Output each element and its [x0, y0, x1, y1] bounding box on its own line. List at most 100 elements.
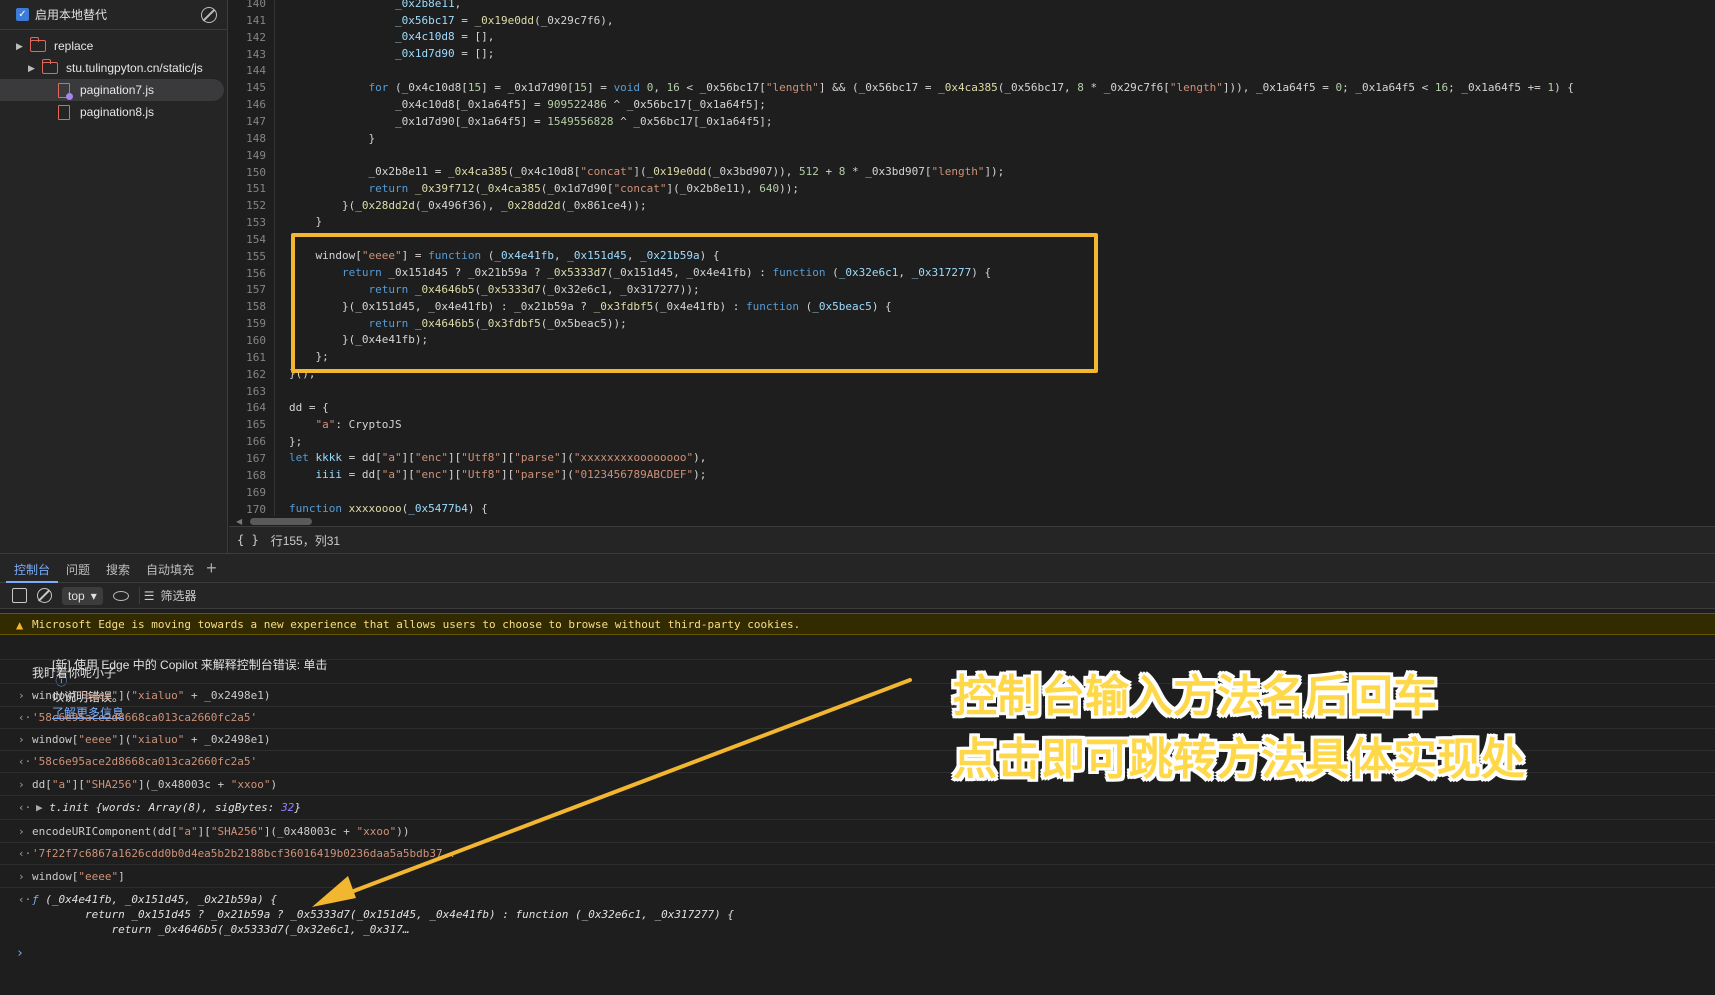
line-number[interactable]: 145: [246, 79, 266, 96]
result-chevron-icon: ‹·: [18, 801, 32, 814]
line-number[interactable]: 143: [246, 46, 266, 63]
tree-label: stu.tulingpyton.cn/static/js: [66, 61, 203, 75]
line-number[interactable]: 153: [246, 214, 266, 231]
warning-text: Microsoft Edge is moving towards a new e…: [32, 618, 801, 631]
tree-label: replace: [54, 39, 94, 53]
warning-message: ▲ Microsoft Edge is moving towards a new…: [0, 613, 1715, 635]
eye-icon[interactable]: [112, 590, 129, 601]
tree-folder-replace[interactable]: ▶ replace: [0, 35, 228, 57]
console-input[interactable]: › window["eeee"]: [0, 866, 1715, 888]
result-string[interactable]: '58c6e95ace2d8668ca013ca2660fc2a5': [32, 754, 257, 770]
line-number[interactable]: 150: [246, 164, 266, 181]
expand-triangle-icon[interactable]: ▶: [36, 801, 49, 814]
function-signature[interactable]: (_0x4e41fb, _0x151d45, _0x21b59a) {: [39, 893, 277, 906]
line-number[interactable]: 166: [246, 433, 266, 450]
line-number[interactable]: 164: [246, 399, 266, 416]
toggle-sidebar-icon[interactable]: [12, 588, 27, 603]
function-icon: ƒ: [32, 893, 39, 906]
line-number[interactable]: 141: [246, 12, 266, 29]
result-string[interactable]: '58c6e95ace2d8668ca013ca2660fc2a5': [32, 710, 257, 726]
tree-file-pagination7[interactable]: pagination7.js: [0, 79, 224, 101]
tree-label: pagination8.js: [80, 105, 155, 119]
clear-console-icon[interactable]: [37, 588, 52, 603]
line-number[interactable]: 149: [246, 147, 266, 164]
clear-overrides-icon[interactable]: [201, 7, 217, 23]
result-chevron-icon: ‹·: [18, 847, 32, 860]
tab-autofill[interactable]: 自动填充: [138, 554, 202, 583]
console-result[interactable]: ‹· '7f22f7c6867a1626cdd0b0d4ea5b2b2188bc…: [0, 844, 1715, 865]
object-name[interactable]: t.init: [49, 801, 89, 814]
pretty-print-icon[interactable]: { }: [237, 533, 259, 547]
enable-local-overrides-label: 启用本地替代: [35, 8, 108, 22]
console-output[interactable]: ▲ Microsoft Edge is moving towards a new…: [0, 609, 1715, 995]
line-number[interactable]: 162: [246, 366, 266, 383]
filter-icon: ☰: [143, 588, 155, 603]
line-number[interactable]: 159: [246, 315, 266, 332]
line-number[interactable]: 147: [246, 113, 266, 130]
line-number[interactable]: 167: [246, 450, 266, 467]
line-number[interactable]: 156: [246, 265, 266, 282]
result-string[interactable]: '7f22f7c6867a1626cdd0b0d4ea5b2b2188bcf36…: [32, 846, 456, 862]
console-result-function[interactable]: ‹· ƒ (_0x4e41fb, _0x151d45, _0x21b59a) {…: [0, 889, 1715, 945]
line-number[interactable]: 161: [246, 349, 266, 366]
tree-folder-domain[interactable]: ▶ stu.tulingpyton.cn/static/js: [0, 57, 228, 79]
console-log: 我盯着你呢小子: [0, 662, 1715, 684]
line-number[interactable]: 154: [246, 231, 266, 248]
context-value: top: [68, 588, 85, 603]
input-chevron-icon: ›: [18, 778, 25, 791]
line-number[interactable]: 140: [246, 0, 266, 12]
line-number[interactable]: 148: [246, 130, 266, 147]
console-input[interactable]: › encodeURIComponent(dd["a"]["SHA256"](_…: [0, 821, 1715, 843]
line-number[interactable]: 158: [246, 298, 266, 315]
line-number[interactable]: 160: [246, 332, 266, 349]
horizontal-scrollbar[interactable]: ◀: [236, 516, 1715, 526]
copilot-message: [新] 使用 Edge 中的 Copilot 来解释控制台错误: 单击 ⓘ 以说…: [0, 638, 1715, 720]
line-number[interactable]: 170: [246, 501, 266, 517]
scroll-left-icon[interactable]: ◀: [236, 517, 242, 526]
enable-local-overrides-row[interactable]: ✓ 启用本地替代: [0, 0, 227, 30]
file-icon: [58, 82, 73, 100]
tab-issues[interactable]: 问题: [58, 554, 98, 583]
annotation-line-2: 点击即可跳转方法具体实现处: [953, 734, 1525, 785]
filter-input[interactable]: ☰ 筛选器: [138, 587, 197, 604]
line-number[interactable]: 165: [246, 416, 266, 433]
line-number[interactable]: 168: [246, 467, 266, 484]
chevron-right-icon[interactable]: ▶: [16, 41, 26, 52]
console-input[interactable]: › window["eeee"]("xialuo" + _0x2498e1): [0, 686, 1715, 707]
warning-icon: ▲: [16, 618, 24, 632]
line-number[interactable]: 151: [246, 180, 266, 197]
tree-file-pagination8[interactable]: pagination8.js: [0, 101, 228, 123]
add-tab-icon[interactable]: +: [206, 558, 217, 579]
tab-console[interactable]: 控制台: [6, 554, 59, 583]
code-editor[interactable]: 140 141 142 143 144 145 146 147 148 149 150 151 152 1…: [229, 0, 1715, 516]
line-number[interactable]: 142: [246, 29, 266, 46]
annotation-line-1: 控制台输入方法名后回车: [953, 671, 1437, 722]
chevron-right-icon[interactable]: ▶: [28, 63, 38, 74]
scrollbar-thumb[interactable]: [250, 518, 312, 525]
line-number[interactable]: 144: [246, 62, 266, 79]
context-select[interactable]: top ▾: [62, 586, 103, 605]
line-number-gutter: 140 141 142 143 144 145 146 147 148 149 150 151 152 1…: [229, 0, 275, 516]
checkbox-checked-icon[interactable]: ✓: [16, 8, 29, 21]
input-chevron-icon: ›: [18, 733, 25, 746]
line-number[interactable]: 155: [246, 248, 266, 265]
drawer-tab-bar: 控制台 问题 搜索 自动填充 +: [0, 553, 1715, 583]
sources-sidebar: ✓ 启用本地替代 ▶ replace ▶ stu.tulingpyton.cn/…: [0, 0, 228, 553]
folder-icon: [42, 59, 58, 74]
console-prompt-icon[interactable]: ›: [16, 946, 24, 961]
line-number[interactable]: 169: [246, 484, 266, 501]
tab-search[interactable]: 搜索: [98, 554, 138, 583]
line-number[interactable]: 163: [246, 383, 266, 400]
tree-label: pagination7.js: [80, 83, 155, 97]
input-chevron-icon: ›: [18, 825, 25, 838]
console-result[interactable]: ‹· ▶ t.init {words: Array(8), sigBytes: …: [0, 797, 1715, 820]
line-number[interactable]: 146: [246, 96, 266, 113]
editor-status-bar: { } 行155，列31: [229, 526, 1715, 553]
cursor-position: 行155，列31: [270, 533, 341, 548]
result-chevron-icon: ‹·: [18, 893, 32, 906]
console-toolbar: top ▾ ☰ 筛选器: [0, 583, 1715, 609]
function-body-line: return _0x151d45 ? _0x21b59a ? _0x5333d7…: [32, 908, 734, 921]
chevron-down-icon: ▾: [90, 588, 97, 603]
line-number[interactable]: 152: [246, 197, 266, 214]
line-number[interactable]: 157: [246, 281, 266, 298]
